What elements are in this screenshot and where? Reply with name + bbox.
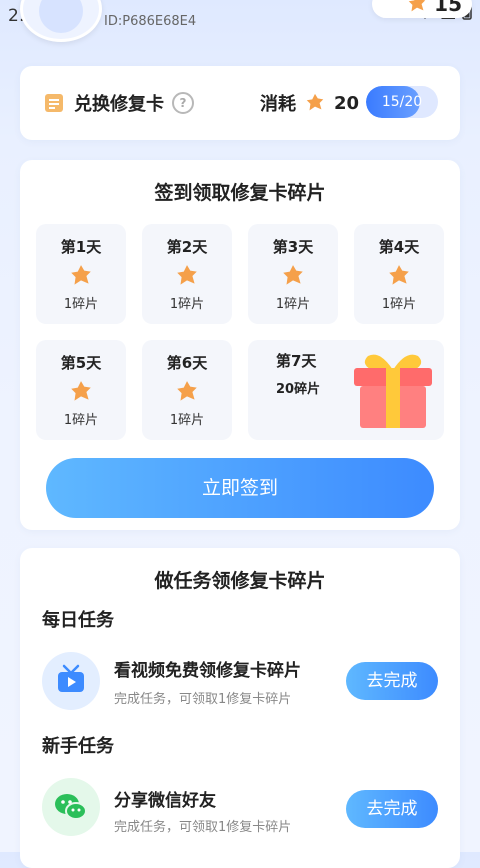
task-card: 做任务领修复卡碎片 每日任务 看视频免费领修复卡碎片 完成任务，可领取1修复卡碎… — [20, 548, 460, 868]
complete-video-task-button[interactable]: 去完成 — [346, 662, 438, 700]
day-card-1[interactable]: 第1天 1碎片 — [36, 224, 126, 324]
day-card-4[interactable]: 第4天 1碎片 — [354, 224, 444, 324]
avatar-image — [39, 0, 83, 33]
fragment-icon — [408, 0, 426, 12]
task-section-title: 做任务领修复卡碎片 — [154, 570, 326, 592]
fragment-count: 15 — [434, 0, 462, 16]
day-reward: 20碎片 — [276, 382, 321, 397]
exchange-header: 兑换修复卡 ? — [42, 90, 194, 116]
day-label: 第7天 — [276, 352, 317, 370]
day-reward: 1碎片 — [169, 297, 205, 312]
fragment-icon — [306, 93, 324, 111]
day-reward: 1碎片 — [169, 413, 205, 428]
avatar[interactable] — [20, 0, 102, 42]
consume-label: 消耗 — [260, 94, 296, 115]
signin-title: 签到领取修复卡碎片 — [154, 182, 326, 204]
task-name: 分享微信好友 — [114, 791, 216, 811]
newbie-task-label: 新手任务 — [42, 736, 114, 757]
fragment-icon — [71, 381, 91, 401]
exchange-progress[interactable]: 15/20 — [366, 86, 438, 118]
fragment-icon — [71, 265, 91, 285]
signin-button[interactable]: 立即签到 — [46, 458, 434, 518]
day-reward: 1碎片 — [381, 297, 417, 312]
daily-task-label: 每日任务 — [42, 610, 114, 631]
complete-share-task-button[interactable]: 去完成 — [346, 790, 438, 828]
help-icon[interactable]: ? — [172, 92, 194, 114]
user-id: ID:P686E68E4 — [104, 14, 197, 29]
signin-card: 签到领取修复卡碎片 第1天 1碎片 第2天 1碎片 第3天 1碎片 第4天 1碎… — [20, 160, 460, 530]
wechat-icon — [42, 778, 100, 836]
task-desc: 完成任务，可领取1修复卡碎片 — [114, 692, 292, 707]
day-card-3[interactable]: 第3天 1碎片 — [248, 224, 338, 324]
video-tv-icon — [42, 652, 100, 710]
fragment-icon — [283, 265, 303, 285]
day-label: 第6天 — [166, 354, 208, 372]
day-card-2[interactable]: 第2天 1碎片 — [142, 224, 232, 324]
consume-info: 消耗 20 — [260, 90, 359, 116]
day-card-7[interactable]: 第7天 20碎片 — [248, 340, 444, 440]
day-reward: 1碎片 — [275, 297, 311, 312]
consume-value: 20 — [334, 92, 360, 114]
task-desc: 完成任务，可领取1修复卡碎片 — [114, 820, 292, 835]
day-card-5[interactable]: 第5天 1碎片 — [36, 340, 126, 440]
fragment-count-badge: 15 — [372, 0, 472, 18]
day-label: 第1天 — [60, 238, 102, 256]
day-label: 第5天 — [60, 354, 102, 372]
gift-icon — [354, 354, 432, 428]
progress-text: 15/20 — [381, 94, 423, 110]
day-reward: 1碎片 — [63, 413, 99, 428]
day-label: 第3天 — [272, 238, 314, 256]
repair-card-icon — [45, 94, 63, 112]
exchange-title: 兑换修复卡 — [74, 94, 164, 115]
day-label: 第2天 — [166, 238, 208, 256]
exchange-card: 兑换修复卡 ? 消耗 20 15/20 — [20, 66, 460, 140]
fragment-icon — [177, 265, 197, 285]
task-name: 看视频免费领修复卡碎片 — [114, 661, 301, 681]
fragment-icon — [177, 381, 197, 401]
fragment-icon — [389, 265, 409, 285]
day-reward: 1碎片 — [63, 297, 99, 312]
day-card-6[interactable]: 第6天 1碎片 — [142, 340, 232, 440]
day-label: 第4天 — [378, 238, 420, 256]
